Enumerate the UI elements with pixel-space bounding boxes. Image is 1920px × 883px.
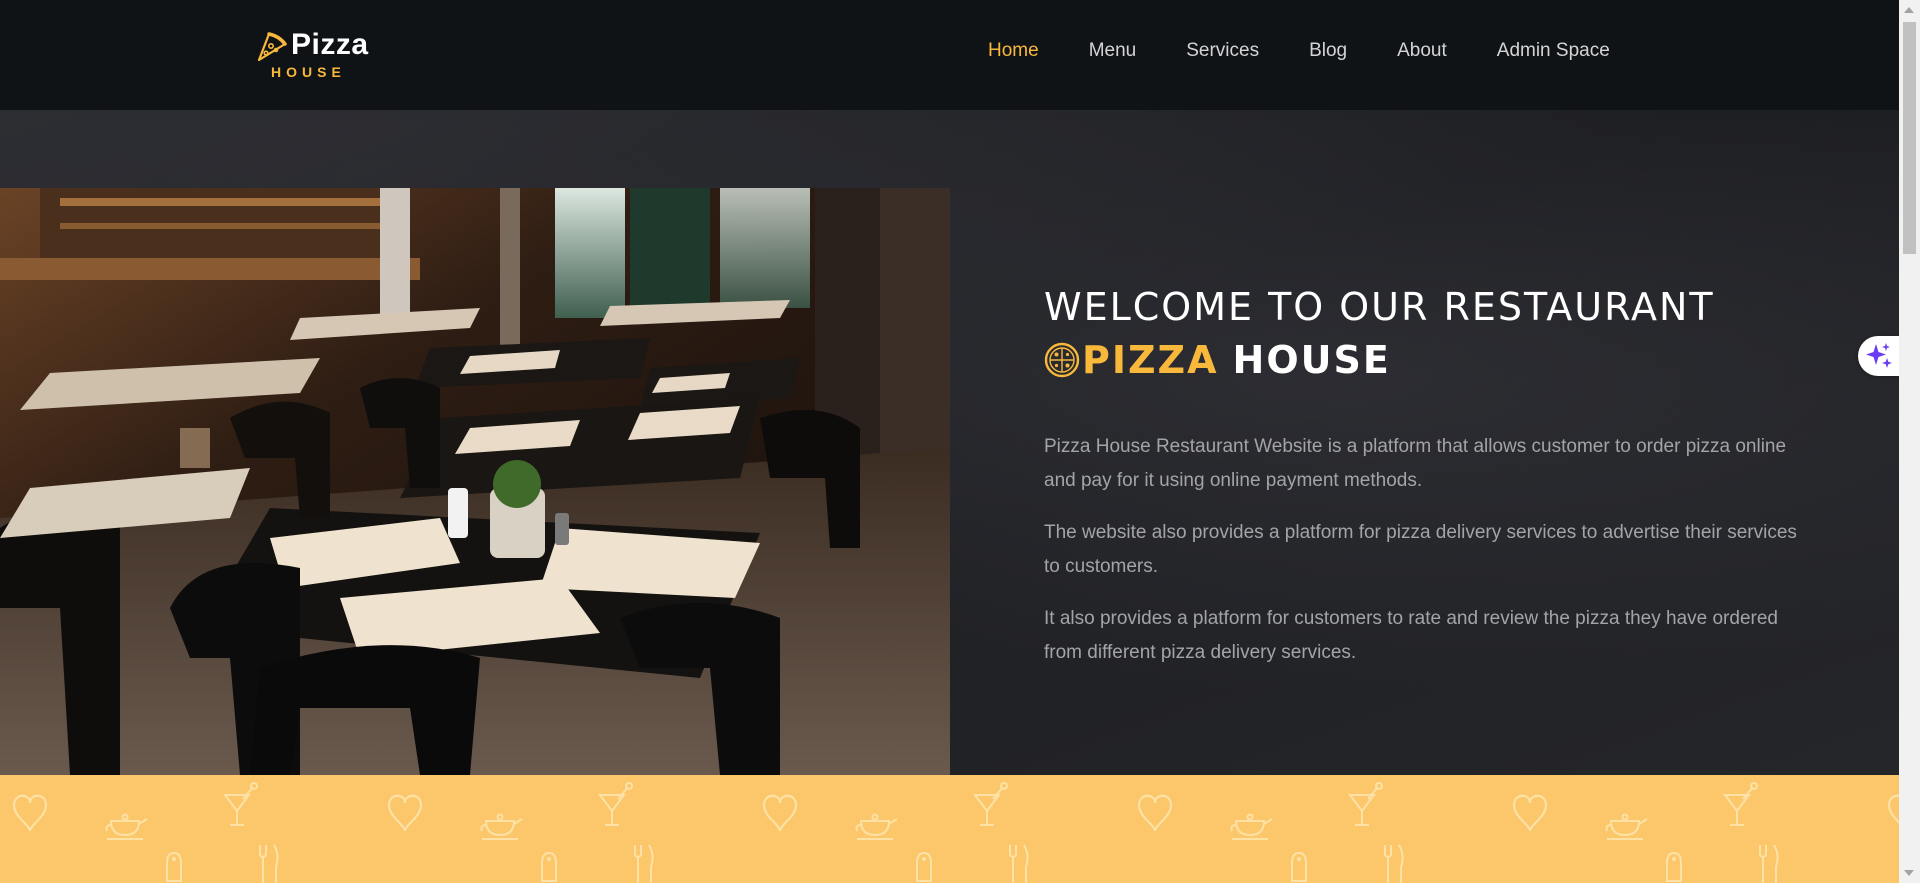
pattern-strip bbox=[0, 775, 1899, 883]
teapot-icon bbox=[480, 813, 523, 840]
welcome-block: WELCOME TO OUR RESTAURANT PIZZA HOUSE Pi… bbox=[1044, 282, 1824, 670]
fork-knife-icon bbox=[1759, 844, 1779, 883]
heart-icon bbox=[12, 794, 48, 833]
salt-shaker-icon bbox=[1291, 852, 1307, 882]
heart-icon bbox=[1512, 794, 1548, 833]
top-navbar: Pizza HOUSE Home Menu Services Blog Abou… bbox=[0, 0, 1899, 110]
nav-item-about[interactable]: About bbox=[1397, 40, 1447, 62]
cocktail-icon bbox=[974, 782, 1008, 826]
nav-item-services[interactable]: Services bbox=[1186, 40, 1259, 62]
heart-icon bbox=[1887, 794, 1899, 833]
hero-paragraph: It also provides a platform for customer… bbox=[1044, 608, 1778, 663]
hero-title-accent: PIZZA bbox=[1082, 338, 1219, 382]
hero-paragraph: Pizza House Restaurant Website is a plat… bbox=[1044, 436, 1787, 491]
cocktail-icon bbox=[224, 782, 258, 826]
pizza-slice-icon bbox=[257, 32, 287, 62]
fork-knife-icon bbox=[1384, 844, 1404, 883]
fork-knife-icon bbox=[259, 844, 279, 883]
page-scrollbar[interactable] bbox=[1899, 0, 1920, 883]
ai-assistant-button[interactable] bbox=[1858, 336, 1902, 376]
salt-shaker-icon bbox=[166, 852, 182, 882]
hero-paragraph: The website also provides a platform for… bbox=[1044, 522, 1797, 577]
nav-item-menu[interactable]: Menu bbox=[1089, 40, 1137, 62]
brand-subtitle: HOUSE bbox=[271, 64, 346, 80]
nav-item-blog[interactable]: Blog bbox=[1309, 40, 1347, 62]
brand-logo[interactable]: Pizza HOUSE bbox=[255, 28, 375, 80]
scroll-down-arrow-icon[interactable] bbox=[1904, 870, 1914, 876]
pizza-icon bbox=[1044, 342, 1080, 378]
cocktail-icon bbox=[1724, 782, 1758, 826]
sparkle-icon bbox=[1866, 343, 1892, 368]
nav-item-home[interactable]: Home bbox=[988, 40, 1039, 62]
scroll-thumb[interactable] bbox=[1903, 22, 1916, 254]
brand-name: Pizza bbox=[291, 28, 369, 61]
salt-shaker-icon bbox=[1666, 852, 1682, 882]
food-pattern bbox=[12, 782, 1899, 883]
fork-knife-icon bbox=[634, 844, 654, 883]
teapot-icon bbox=[1230, 813, 1273, 840]
hero-title: WELCOME TO OUR RESTAURANT PIZZA HOUSE bbox=[1044, 282, 1824, 386]
heart-icon bbox=[1137, 794, 1173, 833]
cocktail-icon bbox=[1349, 782, 1383, 826]
hero-title-line1: WELCOME TO OUR RESTAURANT bbox=[1044, 285, 1715, 329]
restaurant-interior-photo bbox=[0, 188, 950, 775]
hero-section: WELCOME TO OUR RESTAURANT PIZZA HOUSE Pi… bbox=[0, 110, 1899, 775]
heart-icon bbox=[387, 794, 423, 833]
teapot-icon bbox=[105, 813, 148, 840]
heart-icon bbox=[762, 794, 798, 833]
fork-knife-icon bbox=[1009, 844, 1029, 883]
salt-shaker-icon bbox=[916, 852, 932, 882]
teapot-icon bbox=[1605, 813, 1648, 840]
main-nav: Home Menu Services Blog About Admin Spac… bbox=[988, 40, 1660, 62]
nav-item-admin-space[interactable]: Admin Space bbox=[1497, 40, 1610, 62]
hero-title-line2: PIZZA HOUSE bbox=[1044, 334, 1824, 386]
scroll-up-arrow-icon[interactable] bbox=[1904, 7, 1914, 13]
teapot-icon bbox=[855, 813, 898, 840]
salt-shaker-icon bbox=[541, 852, 557, 882]
hero-title-rest: HOUSE bbox=[1232, 338, 1391, 382]
cocktail-icon bbox=[599, 782, 633, 826]
